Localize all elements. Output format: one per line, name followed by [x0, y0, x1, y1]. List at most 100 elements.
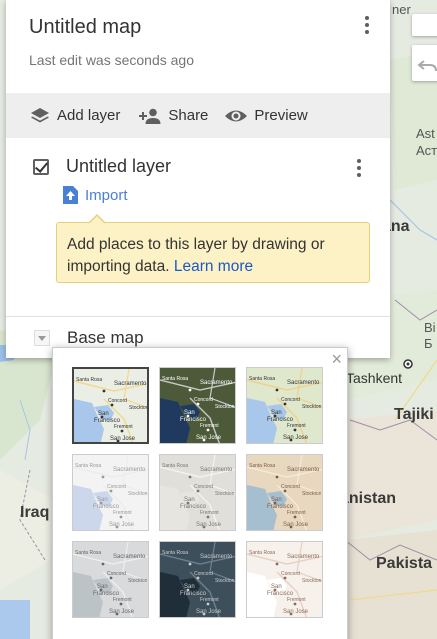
map-label-tajikistan: Tajiki [394, 406, 434, 423]
dot-icon [357, 173, 361, 177]
basemap-tile-light-landmass[interactable]: Santa Rosa Sacramento Concord Stockton San Fr… [72, 541, 149, 618]
tile-place-label: Stockton [129, 405, 149, 411]
share-button[interactable]: Share [136, 101, 208, 131]
tile-place-label: Stockton [302, 404, 322, 410]
map-toolbar: Add layer Share Preview [6, 93, 390, 138]
layer-options-button[interactable] [349, 156, 369, 180]
basemap-toggle-icon[interactable] [34, 330, 50, 346]
map-panel: Untitled map Last edit was seconds ago A… [6, 0, 390, 358]
basemap-tile-light-political[interactable]: Santa Rosa Sacramento Concord Stockton San Fr… [72, 454, 149, 531]
tile-place-label: Sacramento [114, 381, 147, 387]
tile-place-label: Fremont [200, 423, 219, 429]
tile-place-label: Stockton [215, 578, 235, 584]
layer-visibility-checkbox[interactable] [33, 158, 49, 175]
basemap-thumbnail: Santa Rosa Sacramento ConcordStockton San Fr… [247, 368, 322, 443]
map-search-box[interactable] [412, 14, 437, 36]
tile-place-label: San Jose [283, 609, 309, 615]
tile-place-label: San [184, 410, 195, 416]
basemap-header[interactable]: Base map [34, 328, 144, 348]
tile-place-label: Fremont [287, 423, 306, 429]
add-layer-label: Add layer [57, 107, 121, 124]
import-label: Import [85, 186, 128, 204]
map-label-astana-2: Аст [416, 143, 437, 158]
basemap-tile-mono-city[interactable]: Santa Rosa Sacramento Concord Stockton San Fr… [159, 454, 236, 531]
map-label-top: ner [392, 2, 411, 17]
tile-place-label: Stockton [128, 578, 148, 584]
preview-button[interactable]: Preview [224, 101, 308, 131]
basemap-tile-whitewater[interactable]: Santa Rosa Sacramento Concord Stockton San Fr… [246, 541, 323, 618]
basemap-tile-satellite[interactable]: Santa Rosa Sacramento Concord Stockton San Fr… [159, 367, 236, 444]
tile-place-label: Santa Rosa [162, 463, 188, 469]
divider [6, 316, 390, 317]
basemap-tile-dark-landmass[interactable]: Santa Rosa Sacramento Concord Stockton San Fr… [159, 541, 236, 618]
tile-place-label: San Jose [196, 609, 222, 615]
tile-place-label: San Jose [196, 435, 222, 441]
dot-icon [365, 30, 369, 34]
close-icon[interactable]: × [331, 350, 342, 368]
tile-place-label: Sacramento [200, 554, 233, 560]
last-edit-status: Last edit was seconds ago [29, 52, 194, 68]
tile-place-label: Santa Rosa [249, 463, 275, 469]
layer-name[interactable]: Untitled layer [66, 156, 171, 177]
map-label-tashkent: Tashkent [346, 370, 403, 386]
tile-place-label: Stockton [302, 491, 322, 497]
tile-place-label: San [271, 497, 282, 503]
tile-place-label: Sacramento [287, 380, 320, 386]
tile-place-label: Concord [107, 571, 126, 577]
tile-place-label: Fremont [200, 597, 219, 603]
tile-place-label: Sacramento [287, 554, 320, 560]
tile-place-label: Santa Rosa [76, 377, 102, 383]
map-options-button[interactable] [357, 13, 377, 37]
layer-header: Untitled layer [33, 156, 171, 177]
map-title[interactable]: Untitled map [29, 16, 141, 39]
tile-place-label: Concord [194, 571, 213, 577]
tile-place-label: Santa Rosa [249, 376, 275, 382]
tile-place-label: Santa Rosa [75, 550, 101, 556]
tile-place-label: San [97, 584, 108, 590]
tile-place-label: Fremont [287, 597, 306, 603]
tile-place-label: Fremont [287, 510, 306, 516]
tile-place-label: Fremont [113, 597, 132, 603]
share-label: Share [168, 107, 209, 124]
map-label-pakistan: Pakista [376, 555, 433, 572]
learn-more-link[interactable]: Learn more [174, 258, 253, 275]
layers-icon [31, 107, 49, 122]
tile-place-label: Concord [194, 484, 213, 490]
add-person-icon [139, 108, 161, 124]
dot-icon [357, 159, 361, 163]
tile-place-label: San Jose [283, 435, 309, 441]
undo-icon [417, 60, 437, 72]
tile-place-label: Santa Rosa [162, 550, 188, 556]
tile-place-label: Concord [194, 397, 213, 403]
basemap-thumbnail: Santa Rosa Sacramento ConcordStockton San Fr… [73, 542, 148, 617]
tile-place-label: Concord [108, 398, 127, 404]
tile-place-label: Sacramento [200, 467, 233, 473]
tile-place-label: Santa Rosa [162, 376, 188, 382]
dot-icon [365, 16, 369, 20]
tile-place-label: Fremont [114, 424, 133, 430]
undo-button[interactable] [412, 45, 437, 81]
basemap-thumbnail: Santa Rosa Sacramento ConcordStockton San Fr… [247, 542, 322, 617]
file-upload-icon [63, 186, 78, 204]
tile-place-label: Sacramento [287, 467, 320, 473]
map-label-almaty-2: Б [424, 336, 433, 351]
tile-place-label: San Jose [110, 436, 136, 442]
basemap-thumbnail: Santa Rosa Sacramento ConcordStockton San Fr… [160, 542, 235, 617]
dot-icon [365, 23, 369, 27]
map-label-almaty-1: Bi [424, 320, 436, 335]
import-link[interactable]: Import [63, 186, 128, 204]
basemap-thumbnail: Santa Rosa Sacramento ConcordStockton San Fr… [160, 368, 235, 443]
eye-icon [225, 110, 248, 121]
basemap-thumbnail: Santa Rosa Sacramento ConcordStockton San Fr… [73, 455, 148, 530]
tile-place-label: Stockton [128, 491, 148, 497]
basemap-thumbnail: Santa Rosa Sacramento ConcordStockton San Fr… [160, 455, 235, 530]
basemap-tile-terrain[interactable]: Santa Rosa Sacramento Concord Stockton San Fr… [246, 367, 323, 444]
basemap-tile-map[interactable]: Santa Rosa Sacramento Concord Stockton San Fr… [72, 367, 149, 444]
tile-place-label: San [98, 411, 109, 417]
basemap-tile-simple-atlas[interactable]: Santa Rosa Sacramento Concord Stockton San Fr… [246, 454, 323, 531]
tile-place-label: Fremont [200, 510, 219, 516]
add-layer-button[interactable]: Add layer [29, 101, 120, 131]
layer-hint-tooltip: Add places to this layer by drawing or i… [56, 214, 370, 283]
preview-label: Preview [254, 107, 308, 124]
tile-place-label: San Jose [196, 522, 222, 528]
